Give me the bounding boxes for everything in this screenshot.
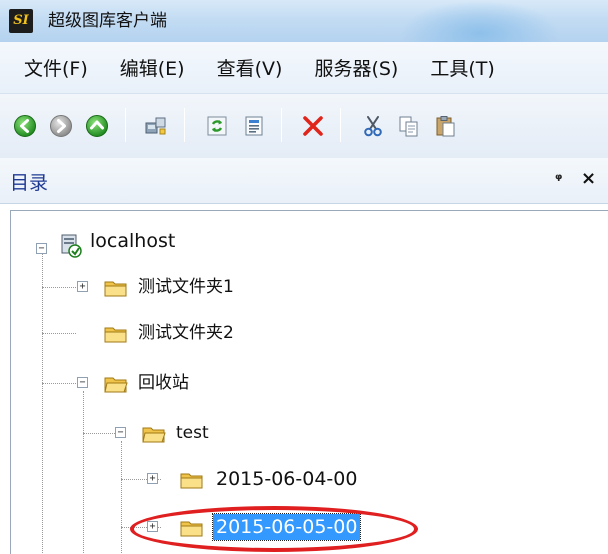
tree-node-folder2[interactable]: 测试文件夹2 <box>138 322 234 344</box>
cut-icon <box>364 116 382 137</box>
expander-folder1[interactable]: + <box>77 281 88 292</box>
menu-file[interactable]: 文件(F) <box>24 54 88 81</box>
window-title: 超级图库客户端 <box>48 11 167 31</box>
tree-connector <box>42 383 76 384</box>
tree-connector <box>83 433 117 434</box>
menu-edit[interactable]: 编辑(E) <box>120 54 185 81</box>
menu-view[interactable]: 查看(V) <box>217 54 283 81</box>
connect-icon <box>145 117 166 135</box>
back-icon <box>14 115 36 137</box>
tree-connector <box>42 249 43 554</box>
toolbar-separator <box>125 108 126 142</box>
delete-button[interactable] <box>300 113 326 139</box>
expander-date1[interactable]: + <box>147 473 158 484</box>
back-button[interactable] <box>12 113 38 139</box>
copy-button[interactable] <box>396 113 422 139</box>
tree-connector <box>121 441 122 554</box>
properties-icon <box>245 116 263 136</box>
toolbar <box>0 94 608 158</box>
tree-connector <box>42 333 76 334</box>
panel-header: 目录 ᵠ × <box>0 158 608 204</box>
close-panel-button[interactable]: × <box>581 168 596 189</box>
title-bar: SI 超级图库客户端 <box>0 0 608 42</box>
expander-localhost[interactable]: − <box>36 243 47 254</box>
toolbar-separator <box>184 108 185 142</box>
tree-connector <box>83 391 84 554</box>
expander-recycle[interactable]: − <box>77 377 88 388</box>
title-bar-glow <box>400 0 560 42</box>
folder-icon <box>104 327 127 343</box>
folder-icon <box>104 281 127 297</box>
menu-bar: 文件(F) 编辑(E) 查看(V) 服务器(S) 工具(T) <box>0 42 608 94</box>
folder-open-icon <box>142 427 166 443</box>
tree-node-folder1[interactable]: 测试文件夹1 <box>138 276 234 298</box>
expander-test[interactable]: − <box>115 427 126 438</box>
tree-node-recycle-bin[interactable]: 回收站 <box>138 372 189 394</box>
folder-icon <box>180 473 203 489</box>
up-icon <box>86 115 108 137</box>
copy-icon <box>399 116 418 137</box>
properties-button[interactable] <box>241 113 267 139</box>
refresh-icon <box>207 116 227 136</box>
tree-node-test[interactable]: test <box>176 422 209 444</box>
toolbar-separator <box>340 108 341 142</box>
menu-tools[interactable]: 工具(T) <box>430 54 494 81</box>
menu-server[interactable]: 服务器(S) <box>314 54 398 81</box>
delete-icon <box>303 116 323 136</box>
tree-node-date1[interactable]: 2015-06-04-00 <box>216 466 357 492</box>
up-button[interactable] <box>84 113 110 139</box>
refresh-button[interactable] <box>204 113 230 139</box>
pin-button[interactable]: ᵠ <box>555 170 562 188</box>
paste-button[interactable] <box>432 113 458 139</box>
annotation-highlight-ring <box>130 506 418 552</box>
tree-node-localhost[interactable]: localhost <box>90 230 175 252</box>
panel-title: 目录 <box>10 172 49 194</box>
server-icon <box>61 234 82 258</box>
connect-button[interactable] <box>143 113 169 139</box>
forward-button[interactable] <box>48 113 74 139</box>
app-logo: SI <box>9 9 33 33</box>
directory-tree[interactable] <box>10 210 608 554</box>
paste-icon <box>436 116 455 137</box>
tree-connector <box>42 287 76 288</box>
toolbar-separator <box>281 108 282 142</box>
cut-button[interactable] <box>360 113 386 139</box>
forward-icon <box>50 115 72 137</box>
folder-open-icon <box>104 377 128 393</box>
